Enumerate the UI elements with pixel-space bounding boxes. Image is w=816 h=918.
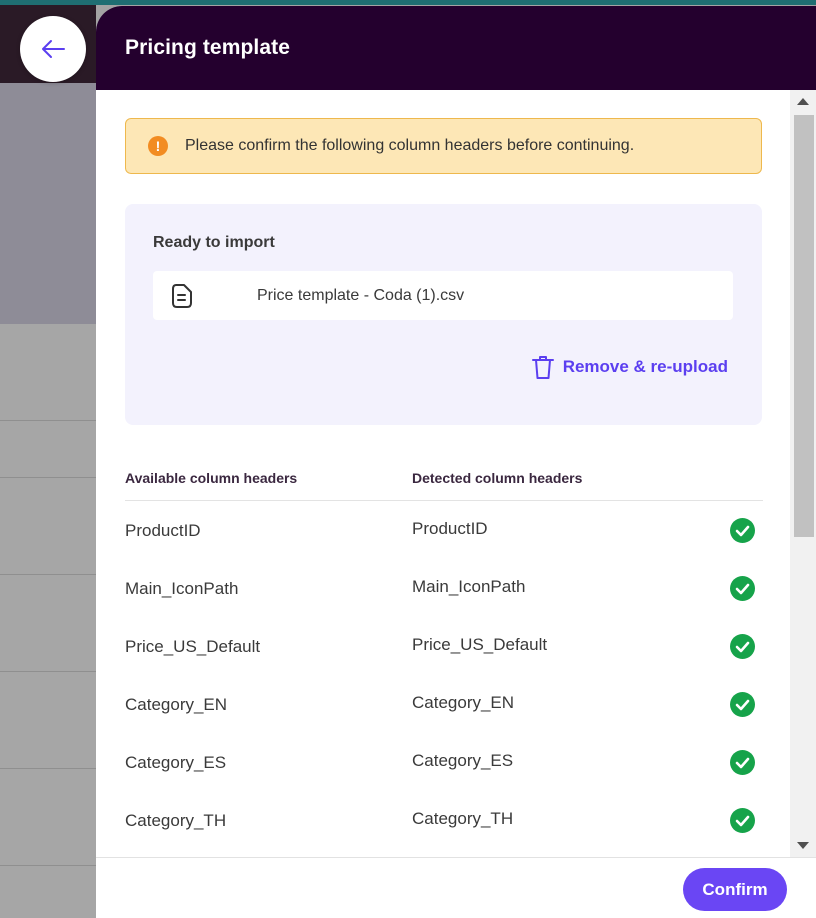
file-name: Price template - Coda (1).csv [257, 286, 465, 304]
scrollbar[interactable] [790, 90, 816, 857]
import-summary: Ready to import Price template - Coda (1… [125, 204, 762, 425]
background-divider [0, 574, 96, 575]
check-icon [730, 692, 755, 717]
table-body: ProductID ProductID Main_IconPath Main_Icon… [125, 501, 763, 849]
available-header-cell: Category_ES [125, 753, 227, 772]
background-divider [0, 768, 96, 769]
drawer-title: Pricing template [125, 36, 290, 59]
back-button[interactable] [20, 16, 86, 82]
top-strip [0, 0, 816, 5]
available-header-cell: Category_EN [125, 695, 228, 714]
check-icon [730, 518, 755, 543]
check-icon [730, 808, 755, 833]
available-header-cell: Price_US_Default [125, 637, 261, 656]
drawer-footer: Confirm [96, 857, 816, 918]
arrow-left-icon [42, 40, 65, 58]
available-header-cell: Category_TH [125, 811, 227, 830]
confirm-button[interactable]: Confirm [683, 868, 787, 911]
detected-header-cell: Main_IconPath [412, 577, 526, 596]
detected-header-cell: Category_ES [412, 751, 514, 770]
check-icon [730, 576, 755, 601]
warning-alert: ! Please confirm the following column he… [125, 118, 762, 174]
table-header: Available column headers Detected column… [125, 456, 763, 501]
file-icon [171, 283, 193, 309]
table-row: Category_TH Category_TH [125, 791, 763, 849]
scroll-thumb[interactable] [794, 115, 814, 537]
table-row: Category_EN Category_EN [125, 675, 763, 733]
background-banner [0, 83, 96, 324]
detected-header-cell: ProductID [412, 519, 488, 538]
check-icon [730, 634, 755, 659]
detected-header-cell: Category_EN [412, 693, 515, 712]
import-title: Ready to import [153, 234, 275, 251]
check-icon [730, 750, 755, 775]
column-headers-table: Available column headers Detected column… [125, 456, 763, 849]
column-header-available: Available column headers [125, 470, 298, 486]
background-divider [0, 865, 96, 866]
exclamation-icon: ! [148, 136, 168, 156]
detected-header-cell: Category_TH [412, 809, 514, 828]
background-divider [0, 477, 96, 478]
table-row: Price_US_Default Price_US_Default [125, 617, 763, 675]
column-header-detected: Detected column headers [412, 470, 583, 486]
background-divider [0, 671, 96, 672]
trash-icon [531, 356, 554, 379]
import-drawer: Pricing template ! Please confirm the fo… [96, 6, 816, 918]
scroll-down-arrow[interactable] [797, 842, 809, 849]
background-list [0, 324, 96, 918]
available-header-cell: ProductID [125, 521, 201, 540]
remove-reupload-button[interactable]: Remove & re-upload [531, 354, 728, 380]
table-row: ProductID ProductID [125, 501, 763, 559]
background-divider [0, 420, 96, 421]
drawer-content: ! Please confirm the following column he… [96, 90, 790, 857]
remove-reupload-label: Remove & re-upload [562, 357, 728, 376]
available-header-cell: Main_IconPath [125, 579, 239, 598]
file-item: Price template - Coda (1).csv [153, 271, 733, 320]
scroll-up-arrow[interactable] [797, 98, 809, 105]
alert-text: Please confirm the following column head… [185, 137, 635, 154]
detected-header-cell: Price_US_Default [412, 635, 548, 654]
table-row: Category_ES Category_ES [125, 733, 763, 791]
drawer-header: Pricing template [96, 6, 816, 90]
table-row: Main_IconPath Main_IconPath [125, 559, 763, 617]
